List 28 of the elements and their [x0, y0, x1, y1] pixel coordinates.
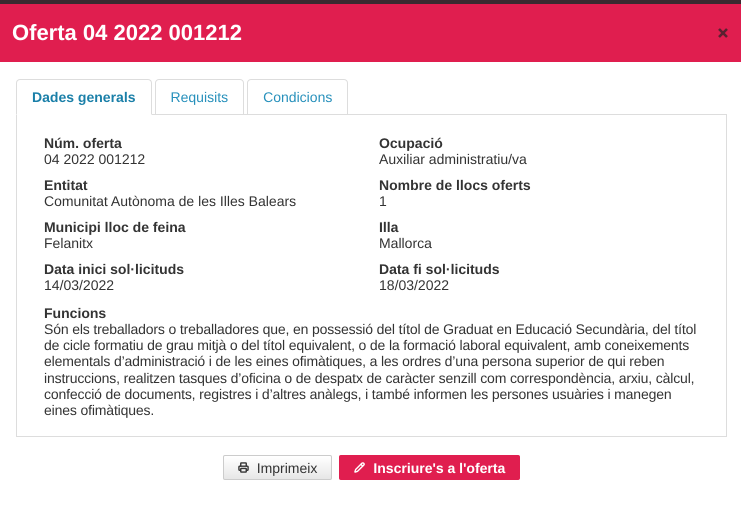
functions-text: Són els treballadors o treballadores que, en possessió del títol de Graduat en Educació Secundària, del títol de cicle formatiu de grau mitjà o del títol equivalent, o de la formació laboral equivalent, amb coneixements elementals d’administració i de les eines ofimàtiques, a les ordres d’una persona superior de qui reben instruccions, realitzen tasques d’oficina o de despatx de caràcter senzill com correspondència, arxiu, càlcul, confecció de documents, registres i d’altres anàlegs, i també informen les persones usuàries i manegen eines ofimàtiques.: [44, 321, 698, 418]
field-label: Funcions: [44, 305, 108, 321]
field-value: Auxiliar administratiu/va: [379, 151, 528, 167]
field-label: Entitat: [44, 177, 89, 193]
field-label: Illa: [379, 219, 400, 235]
tab[interactable]: Condicions: [247, 79, 348, 115]
field-label: Ocupació: [379, 135, 444, 151]
tab[interactable]: Dades generals: [16, 79, 152, 115]
field-value: Mallorca: [379, 235, 433, 251]
field-value: 1: [379, 193, 388, 209]
tab[interactable]: Requisits: [154, 79, 244, 115]
field-value: Felanitx: [44, 235, 94, 251]
field-value: 14/03/2022: [44, 277, 116, 293]
pencil-icon: [354, 462, 366, 474]
apply-button[interactable]: Inscriure's a l'oferta: [339, 455, 520, 480]
field-value: 18/03/2022: [379, 277, 450, 293]
field-label: Data inici sol·licituds: [44, 261, 186, 277]
field-value: 04 2022 001212: [44, 151, 146, 167]
field-label: Nombre de llocs oferts: [379, 177, 532, 193]
close-button[interactable]: [718, 28, 728, 38]
field-label: Data fi sol·licituds: [379, 261, 501, 277]
field-label: Municipi lloc de feina: [44, 219, 187, 235]
printer-icon: [238, 462, 249, 474]
field-value: Comunitat Autònoma de les Illes Balears: [44, 193, 298, 209]
field-label: Núm. oferta: [44, 135, 123, 151]
print-button[interactable]: Imprimeix: [222, 455, 332, 480]
dialog-title: Oferta 04 2022 001212: [12, 20, 242, 46]
close-icon: [718, 28, 728, 38]
